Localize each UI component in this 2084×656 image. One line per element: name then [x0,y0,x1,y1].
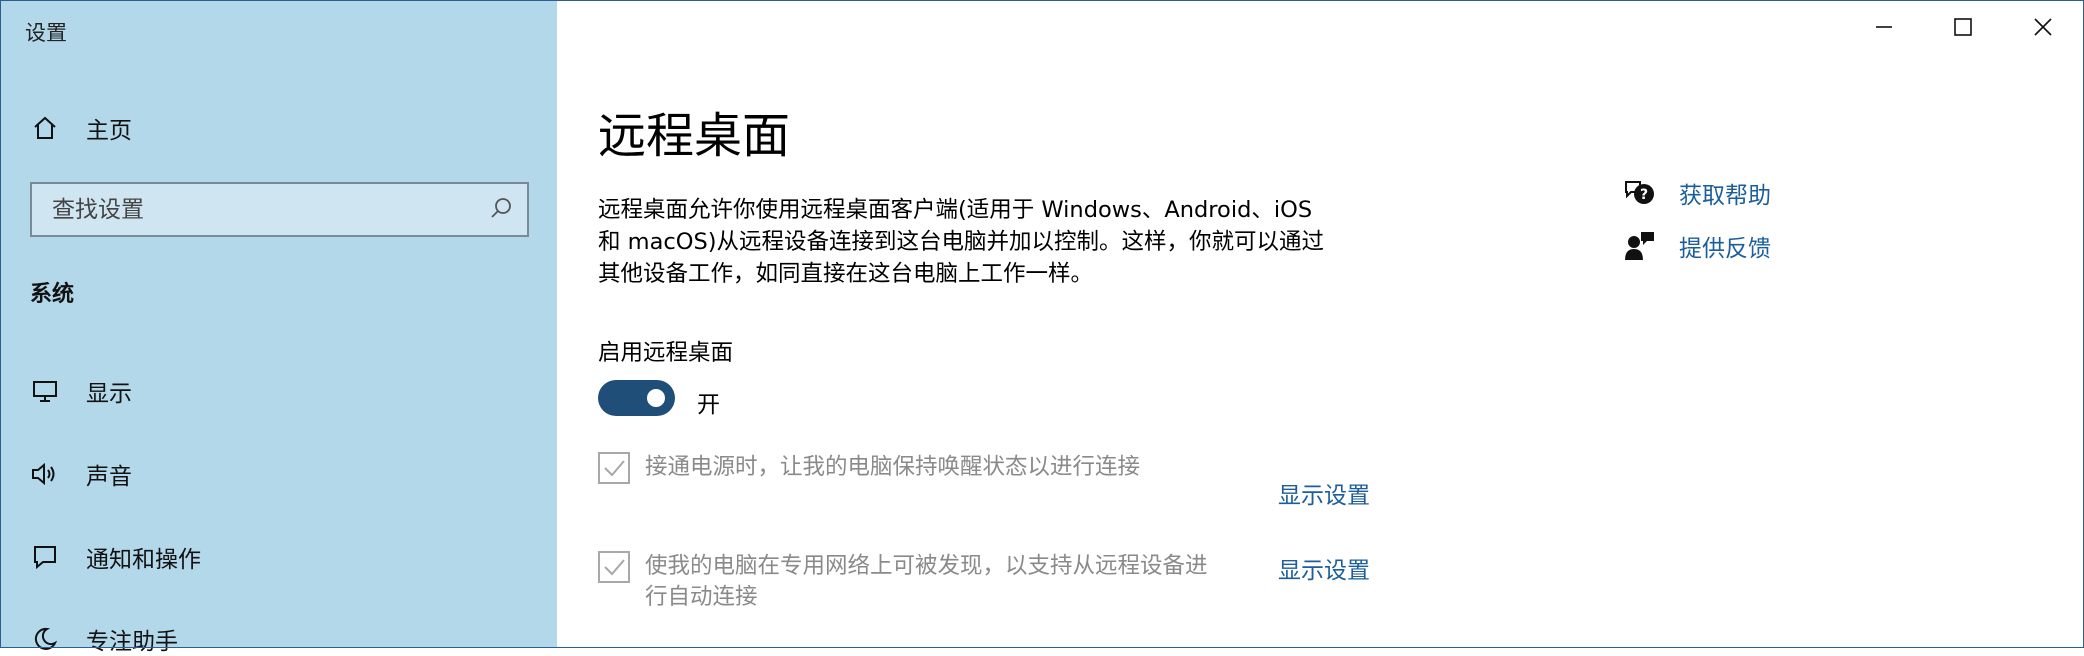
window-title: 设置 [25,21,67,45]
sidebar-item-notifications[interactable]: 通知和操作 [30,540,201,574]
checkmark-icon [604,460,625,477]
show-settings-link-1[interactable]: 显示设置 [1278,476,1370,510]
home-icon [30,113,60,143]
enable-remote-desktop-label: 启用远程桌面 [598,340,734,366]
minimize-icon [1874,17,1894,41]
search-icon[interactable] [489,196,513,224]
get-help-label: 获取帮助 [1679,183,1771,209]
description: 远程桌面允许你使用远程桌面客户端(适用于 Windows、Android、iOS… [598,194,1378,290]
show-settings-link-2[interactable]: 显示设置 [1278,551,1370,585]
toggle-state-label: 开 [697,392,720,418]
discoverable-checkbox[interactable] [598,551,630,583]
description-line: 和 macOS)从远程设备连接到这台电脑并加以控制。这样，你就可以通过 [598,229,1324,255]
give-feedback-link[interactable]: 提供反馈 [1622,229,1771,263]
search-input[interactable] [50,195,474,224]
close-button[interactable] [2013,10,2073,48]
sidebar-item-label: 专注助手 [86,629,178,655]
option-line: 行自动连接 [645,584,758,610]
notification-icon [30,542,60,572]
option-line: 接通电源时，让我的电脑保持唤醒状态以进行连接 [645,454,1141,480]
sidebar-item-focus-assist[interactable]: 专注助手 [30,622,178,656]
toggle-knob [647,389,665,407]
svg-text:?: ? [1640,187,1648,203]
maximize-icon [1953,17,1973,41]
sidebar: 设置 主页 系统 显示 声音 通知和操作 专注助手 [0,0,557,655]
sidebar-item-display[interactable]: 显示 [30,374,132,408]
get-help-link[interactable]: ? 获取帮助 [1622,176,1771,210]
keep-awake-text: 接通电源时，让我的电脑保持唤醒状态以进行连接 [645,452,1265,483]
moon-icon [30,624,60,654]
speaker-icon [30,459,60,489]
sidebar-item-home[interactable]: 主页 [30,111,132,145]
sidebar-item-label: 主页 [86,118,132,144]
sidebar-item-label: 显示 [86,381,132,407]
monitor-icon [30,376,60,406]
sidebar-item-label: 通知和操作 [86,547,201,573]
checkmark-icon [604,559,625,576]
maximize-button[interactable] [1933,10,1993,48]
description-line: 远程桌面允许你使用远程桌面客户端(适用于 Windows、Android、iOS [598,197,1313,223]
discoverable-text: 使我的电脑在专用网络上可被发现，以支持从远程设备进 行自动连接 [645,551,1265,613]
option-discoverable: 使我的电脑在专用网络上可被发现，以支持从远程设备进 行自动连接 [598,551,1265,613]
feedback-icon [1622,229,1656,263]
keep-awake-checkbox[interactable] [598,452,630,484]
sidebar-item-sound[interactable]: 声音 [30,457,132,491]
description-line: 其他设备工作，如同直接在这台电脑上工作一样。 [598,261,1094,287]
page-title: 远程桌面 [598,108,791,164]
remote-desktop-toggle[interactable] [598,380,675,416]
give-feedback-label: 提供反馈 [1679,236,1771,262]
option-keep-awake: 接通电源时，让我的电脑保持唤醒状态以进行连接 [598,452,1265,484]
option-line: 使我的电脑在专用网络上可被发现，以支持从远程设备进 [645,553,1208,579]
sidebar-item-label: 声音 [86,464,132,490]
minimize-button[interactable] [1854,10,1914,48]
search-box[interactable] [30,182,529,237]
section-label: 系统 [30,282,75,307]
close-icon [2033,17,2053,41]
help-chat-icon: ? [1622,176,1656,210]
